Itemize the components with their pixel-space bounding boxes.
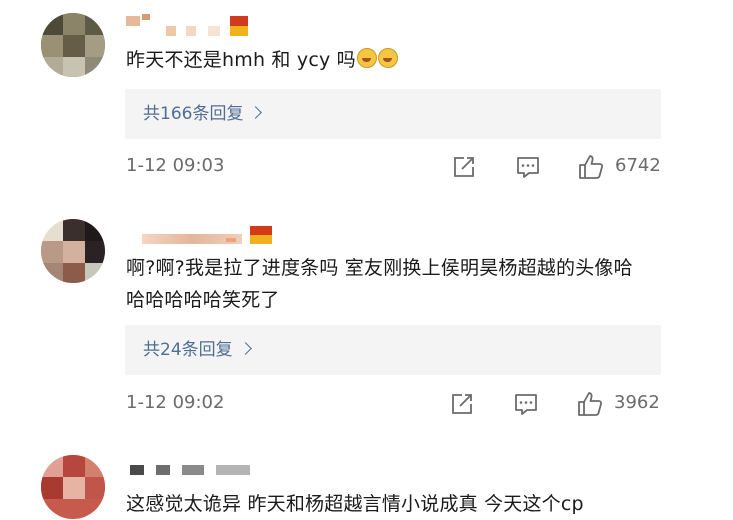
username-redacted[interactable] (126, 226, 286, 248)
reply-count: 共24条回复 (143, 340, 233, 360)
comment-icon[interactable] (512, 390, 540, 418)
share-icon[interactable] (450, 153, 478, 181)
username-redacted[interactable] (126, 465, 256, 487)
comment-text-content: 这感觉太诡异 昨天和杨超越言情小说成真 今天这个cp (126, 493, 584, 515)
like-icon[interactable] (577, 153, 605, 181)
laughing-crying-emoji-icon (356, 48, 377, 68)
avatar[interactable] (41, 219, 105, 283)
like-icon[interactable] (576, 390, 604, 418)
view-replies-link[interactable]: 共166条回复 (143, 102, 263, 126)
avatar[interactable] (41, 13, 105, 77)
comment-meta: 1-12 09:02 3962 (0, 390, 733, 420)
laughing-crying-emoji-icon (377, 48, 398, 68)
view-replies-link[interactable]: 共24条回复 (143, 338, 252, 362)
share-icon[interactable] (448, 390, 476, 418)
comment-meta: 1-12 09:03 6742 (0, 153, 733, 183)
reply-box: 共166条回复 (125, 89, 661, 139)
chevron-right-icon (238, 342, 252, 355)
comment-icon[interactable] (514, 153, 542, 181)
like-count: 3962 (614, 392, 660, 413)
comment-text-content: 昨天不还是hmh 和 ycy 吗 (126, 49, 356, 71)
comment-text-content: 啊?啊?我是拉了进度条吗 室友刚换上侯明昊杨超越的头像哈哈哈哈哈哈笑死了 (126, 257, 633, 311)
timestamp: 1-12 09:03 (126, 155, 225, 176)
like-count: 6742 (615, 155, 661, 176)
comment-text: 昨天不还是hmh 和 ycy 吗 (126, 44, 686, 76)
reply-count: 共166条回复 (143, 104, 244, 124)
reply-box: 共24条回复 (125, 325, 661, 375)
avatar[interactable] (41, 455, 105, 519)
comment-text: 这感觉太诡异 昨天和杨超越言情小说成真 今天这个cp (126, 488, 733, 520)
username-redacted[interactable] (126, 14, 266, 36)
timestamp: 1-12 09:02 (126, 392, 225, 413)
comment-text: 啊?啊?我是拉了进度条吗 室友刚换上侯明昊杨超越的头像哈哈哈哈哈哈笑死了 (126, 252, 651, 316)
chevron-right-icon (249, 106, 263, 119)
